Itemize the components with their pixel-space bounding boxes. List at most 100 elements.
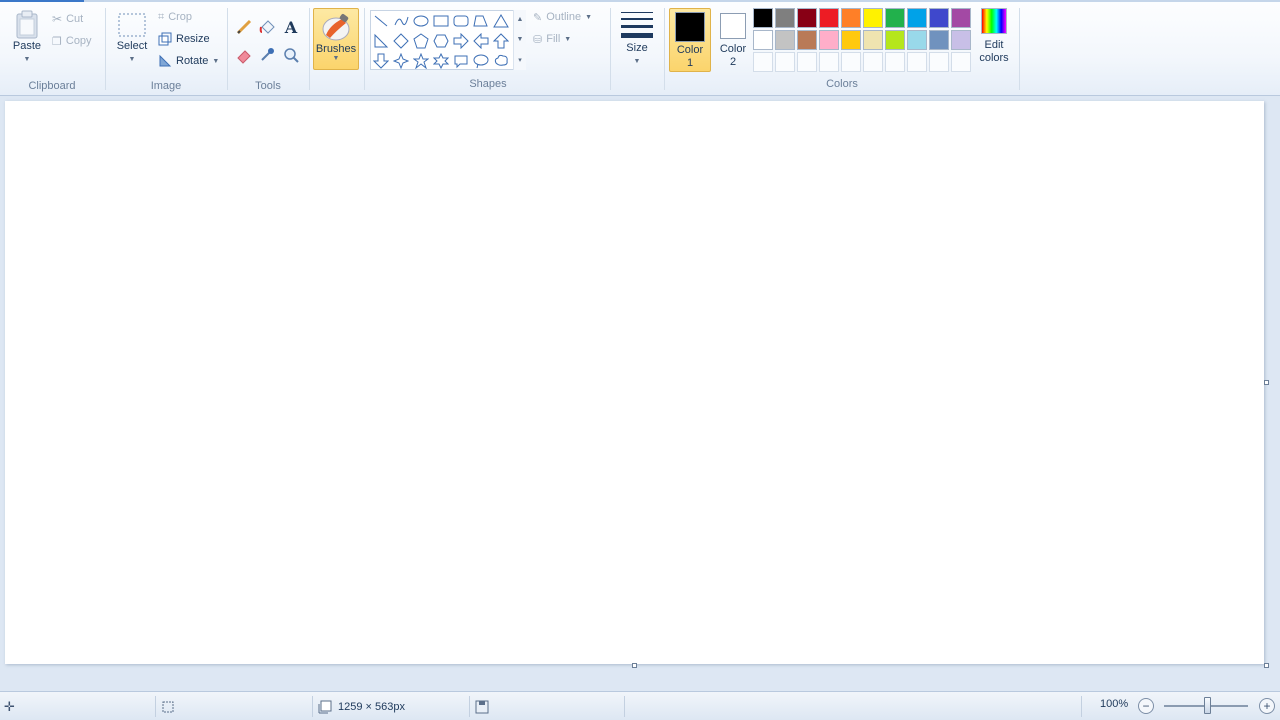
- zoom-out-button[interactable]: −: [1138, 698, 1154, 714]
- resize-handle-bottom[interactable]: [632, 663, 637, 668]
- magnifier-icon[interactable]: [280, 44, 302, 66]
- right-arrow-shape-icon[interactable]: [451, 31, 471, 51]
- zoom-slider-thumb[interactable]: [1204, 697, 1211, 714]
- palette-empty-swatch[interactable]: [863, 52, 883, 72]
- rotate-button[interactable]: Rotate ▼: [158, 52, 219, 70]
- palette-swatch[interactable]: [907, 8, 927, 28]
- outline-button[interactable]: ✎ Outline ▼: [533, 8, 592, 26]
- palette-swatch[interactable]: [863, 8, 883, 28]
- fill-bucket-icon[interactable]: [256, 16, 278, 38]
- fill-dropdown-icon: ▼: [564, 35, 572, 43]
- right-triangle-shape-icon[interactable]: [371, 31, 391, 51]
- copy-label: Copy: [65, 35, 92, 47]
- palette-swatch[interactable]: [951, 30, 971, 50]
- palette-swatch[interactable]: [753, 30, 773, 50]
- resize-handle-corner[interactable]: [1264, 663, 1269, 668]
- palette-swatch[interactable]: [775, 30, 795, 50]
- copy-icon: ❐: [52, 35, 62, 48]
- palette-swatch[interactable]: [797, 8, 817, 28]
- fill-button[interactable]: ⛁ Fill ▼: [533, 30, 571, 48]
- palette-swatch[interactable]: [907, 30, 927, 50]
- curve-shape-icon[interactable]: [391, 11, 411, 31]
- palette-swatch[interactable]: [819, 8, 839, 28]
- palette-swatch[interactable]: [885, 30, 905, 50]
- palette-empty-swatch[interactable]: [797, 52, 817, 72]
- zoom-in-button[interactable]: +: [1259, 698, 1275, 714]
- edit-colors-button[interactable]: Edit colors: [976, 8, 1012, 65]
- copy-button[interactable]: ❐ Copy: [52, 32, 92, 50]
- file-tab-accent[interactable]: [0, 0, 84, 2]
- color2-button[interactable]: Color 2: [712, 8, 754, 72]
- colors-group-label: Colors: [826, 78, 858, 90]
- resize-handle-right[interactable]: [1264, 380, 1269, 385]
- expand-gallery-icon[interactable]: ▾: [518, 56, 522, 64]
- paste-label: Paste: [12, 40, 42, 52]
- rounded-callout-shape-icon[interactable]: [451, 51, 471, 71]
- palette-swatch[interactable]: [863, 30, 883, 50]
- triangle-shape-icon[interactable]: [491, 11, 511, 31]
- palette-swatch[interactable]: [951, 8, 971, 28]
- down-arrow-shape-icon[interactable]: [371, 51, 391, 71]
- plus-icon: +: [1263, 699, 1271, 713]
- palette-swatch[interactable]: [929, 8, 949, 28]
- minus-icon: −: [1142, 699, 1150, 713]
- resize-button[interactable]: Resize: [158, 30, 210, 48]
- palette-swatch[interactable]: [841, 8, 861, 28]
- eraser-icon[interactable]: [233, 44, 255, 66]
- status-empty-segment: [626, 696, 1082, 717]
- tools-group-label: Tools: [255, 80, 281, 92]
- oval-callout-shape-icon[interactable]: [471, 51, 491, 71]
- palette-empty-swatch[interactable]: [819, 52, 839, 72]
- cut-button[interactable]: ✂ Cut: [52, 10, 83, 28]
- scroll-down-icon[interactable]: ▼: [517, 36, 524, 43]
- line-shape-icon[interactable]: [371, 11, 391, 31]
- select-button[interactable]: Select ▼: [114, 10, 150, 66]
- palette-swatch[interactable]: [885, 8, 905, 28]
- color-picker-icon[interactable]: [256, 44, 278, 66]
- pentagon-shape-icon[interactable]: [411, 31, 431, 51]
- five-point-star-shape-icon[interactable]: [411, 51, 431, 71]
- paste-button[interactable]: Paste ▼: [8, 10, 46, 66]
- palette-empty-swatch[interactable]: [753, 52, 773, 72]
- palette-swatch[interactable]: [753, 8, 773, 28]
- hexagon-shape-icon[interactable]: [431, 31, 451, 51]
- clipboard-group: Paste ▼ ✂ Cut ❐ Copy Clipboard: [0, 4, 104, 94]
- palette-swatch[interactable]: [775, 8, 795, 28]
- color1-swatch: [675, 12, 705, 42]
- oval-shape-icon[interactable]: [411, 11, 431, 31]
- palette-empty-swatch[interactable]: [907, 52, 927, 72]
- shapes-scrollbar[interactable]: ▲ ▼ ▾: [513, 10, 526, 70]
- rounded-rectangle-shape-icon[interactable]: [451, 11, 471, 31]
- six-point-star-shape-icon[interactable]: [431, 51, 451, 71]
- brushes-button[interactable]: Brushes ▼: [313, 8, 359, 70]
- palette-swatch[interactable]: [929, 30, 949, 50]
- separator: [1019, 8, 1020, 90]
- text-tool-icon[interactable]: A: [280, 16, 302, 38]
- drawing-canvas[interactable]: [5, 101, 1264, 664]
- polygon-shape-icon[interactable]: [471, 11, 491, 31]
- shapes-group-label: Shapes: [469, 78, 507, 90]
- left-arrow-shape-icon[interactable]: [471, 31, 491, 51]
- four-point-star-shape-icon[interactable]: [391, 51, 411, 71]
- pencil-icon[interactable]: [233, 16, 255, 38]
- crop-icon: ⌗: [158, 10, 165, 23]
- palette-empty-swatch[interactable]: [885, 52, 905, 72]
- color1-button[interactable]: Color 1: [669, 8, 711, 72]
- size-button[interactable]: Size ▼: [615, 8, 659, 68]
- palette-swatch[interactable]: [819, 30, 839, 50]
- palette-empty-swatch[interactable]: [841, 52, 861, 72]
- palette-empty-swatch[interactable]: [775, 52, 795, 72]
- diamond-shape-icon[interactable]: [391, 31, 411, 51]
- brush-icon: [322, 14, 350, 41]
- cloud-callout-shape-icon[interactable]: [491, 51, 511, 71]
- image-group-label: Image: [150, 80, 182, 92]
- scroll-up-icon[interactable]: ▲: [517, 16, 524, 23]
- palette-empty-swatch[interactable]: [929, 52, 949, 72]
- up-arrow-shape-icon[interactable]: [491, 31, 511, 51]
- color1-label-line2: 1: [686, 57, 694, 69]
- palette-swatch[interactable]: [841, 30, 861, 50]
- crop-button[interactable]: ⌗ Crop: [158, 8, 192, 26]
- palette-empty-swatch[interactable]: [951, 52, 971, 72]
- rectangle-shape-icon[interactable]: [431, 11, 451, 31]
- palette-swatch[interactable]: [797, 30, 817, 50]
